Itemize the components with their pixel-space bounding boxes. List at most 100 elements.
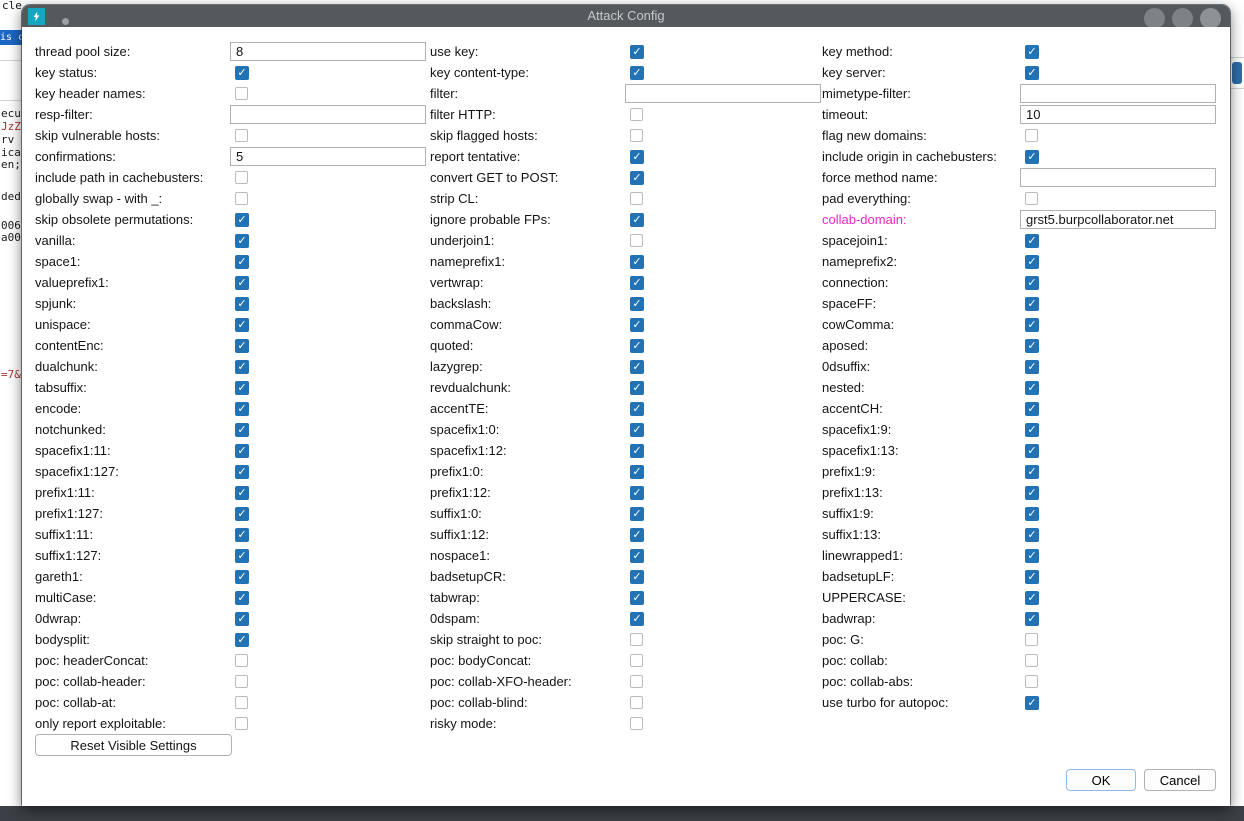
checkbox[interactable]: ✓ (235, 297, 249, 311)
checkbox[interactable]: ✓ (1025, 276, 1039, 290)
ok-button[interactable]: OK (1066, 769, 1136, 791)
checkbox[interactable]: ✓ (235, 66, 249, 80)
checkbox[interactable]: ✓ (1025, 570, 1039, 584)
checkbox[interactable] (235, 192, 248, 205)
checkbox[interactable] (630, 129, 643, 142)
checkbox[interactable]: ✓ (235, 381, 249, 395)
checkbox[interactable]: ✓ (630, 360, 644, 374)
checkbox[interactable]: ✓ (630, 66, 644, 80)
checkbox[interactable] (630, 108, 643, 121)
checkbox[interactable]: ✓ (630, 45, 644, 59)
checkbox[interactable] (235, 675, 248, 688)
checkbox[interactable]: ✓ (630, 297, 644, 311)
checkbox[interactable]: ✓ (630, 591, 644, 605)
checkbox[interactable]: ✓ (1025, 381, 1039, 395)
checkbox[interactable] (630, 234, 643, 247)
checkbox[interactable]: ✓ (630, 213, 644, 227)
checkbox[interactable]: ✓ (630, 528, 644, 542)
checkbox[interactable]: ✓ (1025, 444, 1039, 458)
checkbox[interactable]: ✓ (1025, 486, 1039, 500)
checkbox[interactable]: ✓ (235, 255, 249, 269)
checkbox[interactable]: ✓ (1025, 66, 1039, 80)
text-input[interactable] (1020, 105, 1216, 124)
text-input[interactable] (230, 105, 426, 124)
checkbox[interactable]: ✓ (1025, 45, 1039, 59)
checkbox[interactable]: ✓ (1025, 402, 1039, 416)
reset-visible-settings-button[interactable]: Reset Visible Settings (35, 734, 232, 756)
checkbox[interactable] (1025, 675, 1038, 688)
checkbox[interactable]: ✓ (235, 549, 249, 563)
checkbox[interactable]: ✓ (1025, 297, 1039, 311)
checkbox[interactable] (235, 171, 248, 184)
checkbox[interactable]: ✓ (630, 381, 644, 395)
checkbox[interactable]: ✓ (235, 444, 249, 458)
checkbox[interactable]: ✓ (235, 486, 249, 500)
checkbox[interactable]: ✓ (1025, 339, 1039, 353)
checkbox[interactable]: ✓ (1025, 549, 1039, 563)
checkbox[interactable] (235, 654, 248, 667)
checkbox[interactable] (630, 675, 643, 688)
checkbox[interactable]: ✓ (235, 591, 249, 605)
checkbox[interactable]: ✓ (1025, 612, 1039, 626)
checkbox[interactable]: ✓ (235, 570, 249, 584)
checkbox[interactable]: ✓ (235, 633, 249, 647)
checkbox[interactable]: ✓ (630, 423, 644, 437)
checkbox[interactable] (630, 717, 643, 730)
checkbox[interactable]: ✓ (235, 423, 249, 437)
checkbox[interactable]: ✓ (1025, 234, 1039, 248)
checkbox[interactable] (1025, 192, 1038, 205)
checkbox[interactable]: ✓ (1025, 591, 1039, 605)
checkbox[interactable]: ✓ (1025, 465, 1039, 479)
checkbox[interactable]: ✓ (630, 570, 644, 584)
checkbox[interactable] (235, 717, 248, 730)
checkbox[interactable]: ✓ (235, 339, 249, 353)
checkbox[interactable]: ✓ (630, 486, 644, 500)
checkbox[interactable]: ✓ (235, 465, 249, 479)
checkbox[interactable] (630, 696, 643, 709)
checkbox[interactable] (630, 654, 643, 667)
checkbox[interactable] (630, 633, 643, 646)
checkbox[interactable]: ✓ (1025, 255, 1039, 269)
checkbox[interactable]: ✓ (1025, 507, 1039, 521)
text-input[interactable] (625, 84, 821, 103)
text-input[interactable] (230, 147, 426, 166)
checkbox[interactable]: ✓ (630, 444, 644, 458)
checkbox[interactable]: ✓ (630, 465, 644, 479)
checkbox[interactable] (1025, 129, 1038, 142)
text-input[interactable] (1020, 210, 1216, 229)
checkbox[interactable]: ✓ (630, 150, 644, 164)
checkbox[interactable]: ✓ (630, 612, 644, 626)
text-input[interactable] (1020, 84, 1216, 103)
checkbox[interactable]: ✓ (1025, 318, 1039, 332)
text-input[interactable] (230, 42, 426, 61)
maximize-button[interactable] (1172, 8, 1193, 29)
checkbox[interactable]: ✓ (630, 276, 644, 290)
checkbox[interactable]: ✓ (630, 549, 644, 563)
checkbox[interactable]: ✓ (235, 234, 249, 248)
checkbox[interactable]: ✓ (1025, 423, 1039, 437)
checkbox[interactable]: ✓ (235, 276, 249, 290)
checkbox[interactable]: ✓ (1025, 150, 1039, 164)
checkbox[interactable]: ✓ (630, 255, 644, 269)
checkbox[interactable] (235, 87, 248, 100)
cancel-button[interactable]: Cancel (1144, 769, 1216, 791)
checkbox[interactable] (235, 129, 248, 142)
checkbox[interactable]: ✓ (235, 528, 249, 542)
titlebar[interactable]: Attack Config (22, 5, 1230, 27)
checkbox[interactable]: ✓ (1025, 360, 1039, 374)
text-input[interactable] (1020, 168, 1216, 187)
checkbox[interactable]: ✓ (235, 507, 249, 521)
checkbox[interactable]: ✓ (630, 318, 644, 332)
checkbox[interactable]: ✓ (630, 171, 644, 185)
checkbox[interactable] (630, 192, 643, 205)
checkbox[interactable] (235, 696, 248, 709)
checkbox[interactable]: ✓ (235, 213, 249, 227)
checkbox[interactable] (1025, 654, 1038, 667)
checkbox[interactable] (1025, 633, 1038, 646)
checkbox[interactable]: ✓ (235, 318, 249, 332)
checkbox[interactable]: ✓ (630, 339, 644, 353)
checkbox[interactable]: ✓ (235, 612, 249, 626)
checkbox[interactable]: ✓ (235, 402, 249, 416)
checkbox[interactable]: ✓ (630, 507, 644, 521)
checkbox[interactable]: ✓ (1025, 696, 1039, 710)
